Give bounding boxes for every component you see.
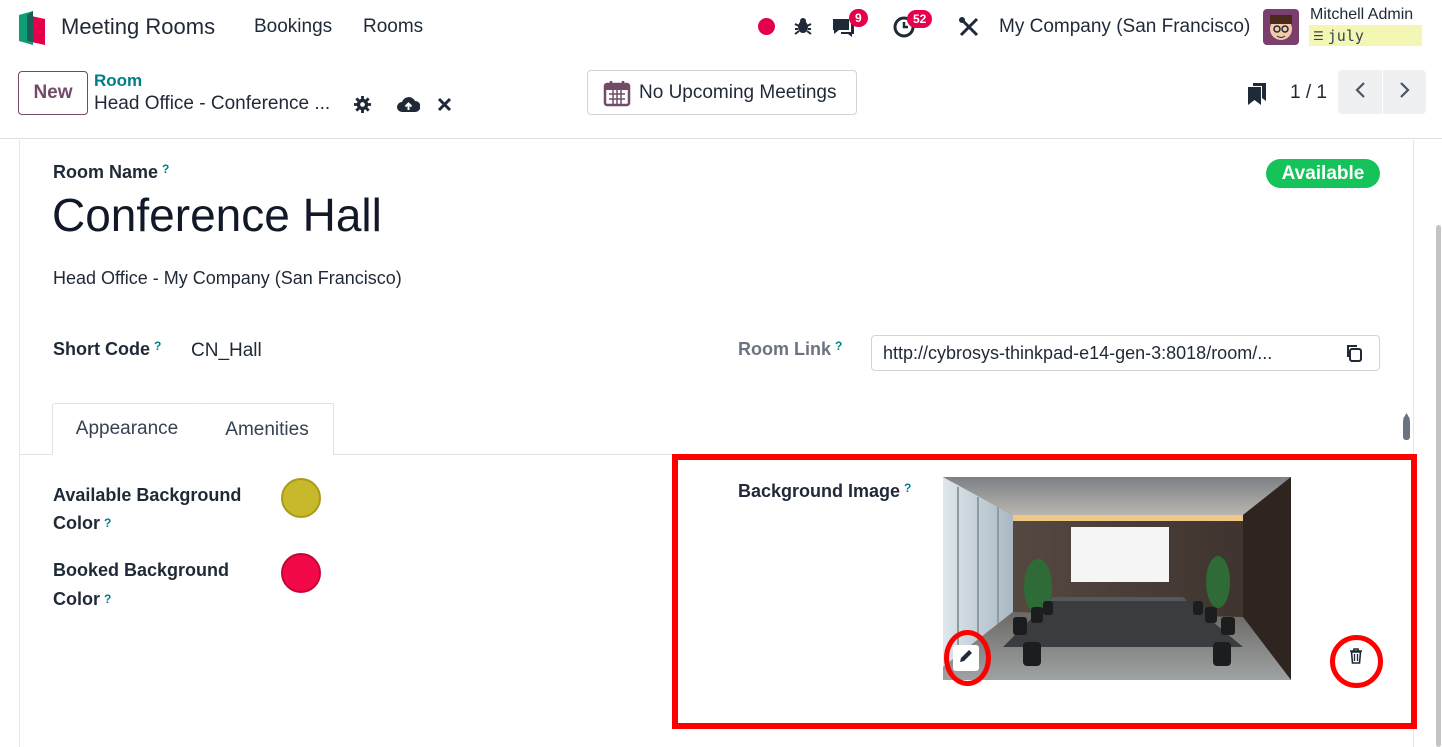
company-switcher[interactable]: My Company (San Francisco) bbox=[999, 16, 1250, 38]
status-badge: Available bbox=[1266, 159, 1380, 188]
menu-rooms[interactable]: Rooms bbox=[363, 16, 423, 38]
help-tooltip-icon[interactable]: ? bbox=[904, 481, 911, 495]
pager-value[interactable]: 1 / 1 bbox=[1290, 82, 1327, 104]
background-image-label: Background Image? bbox=[738, 481, 911, 502]
delete-highlight-ring bbox=[1330, 635, 1383, 688]
tools-icon[interactable] bbox=[958, 16, 980, 38]
breadcrumb-current: Head Office - Conference ... bbox=[94, 93, 331, 114]
database-icon: ☰ bbox=[1313, 28, 1324, 43]
scrollbar-thumb[interactable] bbox=[1403, 418, 1410, 440]
edit-highlight-ring bbox=[944, 630, 991, 686]
save-cloud-icon[interactable] bbox=[397, 95, 421, 113]
pager-prev-button[interactable] bbox=[1338, 70, 1382, 114]
discard-x-icon[interactable] bbox=[437, 97, 452, 112]
short-code-label: Short Code? bbox=[53, 339, 161, 360]
app-title[interactable]: Meeting Rooms bbox=[61, 14, 215, 40]
office-value[interactable]: Head Office - My Company (San Francisco) bbox=[53, 268, 402, 289]
help-tooltip-icon[interactable]: ? bbox=[104, 516, 111, 530]
pager-next-button[interactable] bbox=[1383, 70, 1426, 114]
room-link-label: Room Link? bbox=[738, 339, 842, 360]
user-name[interactable]: Mitchell Admin bbox=[1310, 6, 1413, 24]
bug-icon[interactable] bbox=[793, 16, 813, 36]
top-navbar: Meeting Rooms Bookings Rooms 9 52 My Com… bbox=[0, 0, 1442, 56]
available-bg-label: Available Background Color? bbox=[53, 481, 241, 537]
booked-bg-color-swatch[interactable] bbox=[281, 553, 321, 593]
help-tooltip-icon[interactable]: ? bbox=[104, 592, 111, 606]
background-image-label-text: Background Image bbox=[738, 481, 901, 501]
control-panel: New Room Head Office - Conference ... No… bbox=[0, 56, 1442, 139]
booked-bg-label-line1: Booked Background bbox=[53, 560, 230, 580]
tab-amenities[interactable]: Amenities bbox=[201, 403, 334, 455]
upcoming-meetings-button[interactable]: No Upcoming Meetings bbox=[587, 70, 857, 115]
app-logo-icon[interactable] bbox=[19, 11, 45, 45]
calendar-icon bbox=[603, 79, 631, 107]
menu-bookings[interactable]: Bookings bbox=[254, 16, 332, 38]
help-tooltip-icon[interactable]: ? bbox=[154, 339, 161, 353]
booked-bg-label-line2: Color bbox=[53, 589, 100, 609]
help-tooltip-icon[interactable]: ? bbox=[162, 162, 169, 176]
booked-bg-label: Booked Background Color? bbox=[53, 556, 229, 614]
tab-appearance[interactable]: Appearance bbox=[52, 403, 202, 455]
user-avatar[interactable] bbox=[1263, 9, 1299, 45]
available-bg-label-line2: Color bbox=[53, 513, 100, 533]
available-bg-label-line1: Available Background bbox=[53, 485, 242, 505]
bookmark-icon[interactable] bbox=[1248, 83, 1266, 105]
available-bg-color-swatch[interactable] bbox=[281, 478, 321, 518]
recording-dot-icon[interactable] bbox=[758, 18, 775, 35]
chevron-right-icon bbox=[1399, 81, 1411, 104]
help-tooltip-icon[interactable]: ? bbox=[835, 339, 842, 353]
upcoming-meetings-label: No Upcoming Meetings bbox=[639, 81, 837, 103]
room-name-label: Room Name? bbox=[53, 162, 169, 183]
chevron-left-icon bbox=[1354, 81, 1366, 104]
new-button[interactable]: New bbox=[18, 71, 88, 115]
short-code-label-text: Short Code bbox=[53, 339, 150, 359]
room-link-value: http://cybrosys-thinkpad-e14-gen-3:8018/… bbox=[883, 342, 1273, 363]
scroll-up-arrow-icon[interactable] bbox=[1403, 406, 1410, 419]
room-link-field[interactable]: http://cybrosys-thinkpad-e14-gen-3:8018/… bbox=[871, 335, 1380, 371]
short-code-value[interactable]: CN_Hall bbox=[191, 340, 262, 362]
room-link-label-text: Room Link bbox=[738, 339, 831, 359]
background-image-preview[interactable] bbox=[943, 477, 1291, 680]
db-name: july bbox=[1327, 26, 1364, 45]
room-name-label-text: Room Name bbox=[53, 162, 159, 182]
room-name-value[interactable]: Conference Hall bbox=[52, 188, 382, 242]
activities-count-badge: 52 bbox=[907, 10, 933, 28]
breadcrumb-room[interactable]: Room bbox=[94, 71, 142, 91]
messages-count-badge: 9 bbox=[849, 9, 868, 27]
db-name-badge: ☰ july bbox=[1309, 25, 1422, 46]
outer-scrollbar[interactable] bbox=[1436, 225, 1441, 747]
copy-icon[interactable] bbox=[1345, 344, 1363, 362]
gear-icon[interactable] bbox=[353, 95, 372, 114]
